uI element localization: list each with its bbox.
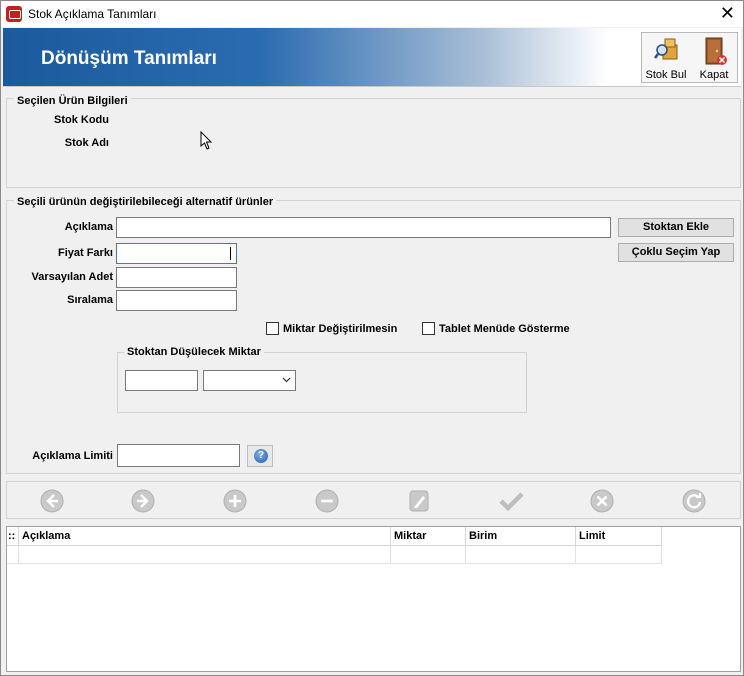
confirm-button[interactable] xyxy=(498,488,524,514)
price-diff-input[interactable] xyxy=(116,243,237,264)
cancel-x-icon xyxy=(590,489,614,513)
deduct-qty-input[interactable] xyxy=(125,370,198,391)
column-header-limit[interactable]: Limit xyxy=(576,527,662,546)
title-bar: Stok Açıklama Tanımları ✕ xyxy=(1,1,743,27)
qty-locked-checkbox[interactable] xyxy=(266,322,279,335)
add-button[interactable] xyxy=(222,488,248,514)
add-from-stock-button[interactable]: Stoktan Ekle xyxy=(618,218,734,237)
back-arrow-icon xyxy=(40,489,64,513)
column-header-miktar[interactable]: Miktar xyxy=(391,527,466,546)
edit-icon xyxy=(409,490,429,512)
add-icon xyxy=(223,489,247,513)
refresh-button[interactable] xyxy=(681,488,707,514)
remove-icon xyxy=(315,489,339,513)
help-button[interactable]: ? xyxy=(247,445,273,467)
alternatives-title: Seçili ürünün değiştirilebileceği altern… xyxy=(14,196,277,208)
forward-button[interactable] xyxy=(130,488,156,514)
exit-door-icon xyxy=(705,37,727,65)
description-input[interactable] xyxy=(116,217,611,238)
back-button[interactable] xyxy=(39,488,65,514)
order-label: Sıralama xyxy=(67,294,113,306)
price-diff-label: Fiyat Farkı xyxy=(57,247,113,259)
window-title: Stok Açıklama Tanımları xyxy=(28,7,157,21)
default-qty-input[interactable] xyxy=(116,267,237,288)
selected-product-title: Seçilen Ürün Bilgileri xyxy=(14,95,131,107)
table-cell[interactable] xyxy=(19,546,391,564)
qty-locked-label: Miktar Değiştirilmesin xyxy=(283,323,398,335)
selected-product-panel: Seçilen Ürün Bilgileri Stok Kodu Stok Ad… xyxy=(6,95,741,188)
deduct-quantity-title: Stoktan Düşülecek Miktar xyxy=(124,346,264,358)
confirm-check-icon xyxy=(499,492,524,512)
app-logo-icon xyxy=(6,6,22,22)
refresh-icon xyxy=(682,489,706,513)
desc-limit-input[interactable] xyxy=(117,444,240,467)
row-indicator-cell xyxy=(7,546,19,564)
page-title: Dönüşüm Tanımları xyxy=(41,48,217,69)
edit-button[interactable] xyxy=(406,488,432,514)
header-banner: Dönüşüm Tanımları Stok Bul Kapat xyxy=(3,28,741,87)
stock-code-label: Stok Kodu xyxy=(54,114,109,126)
row-indicator-header: :: xyxy=(7,527,19,546)
close-button[interactable]: Kapat xyxy=(690,33,738,83)
multi-select-button[interactable]: Çoklu Seçim Yap xyxy=(618,243,734,262)
stock-search-icon xyxy=(654,38,678,60)
navigation-bar xyxy=(6,481,741,519)
help-icon: ? xyxy=(254,449,268,463)
stock-search-label: Stok Bul xyxy=(645,69,687,81)
remove-button[interactable] xyxy=(314,488,340,514)
tablet-hide-label: Tablet Menüde Gösterme xyxy=(439,323,570,335)
cancel-button[interactable] xyxy=(589,488,615,514)
data-grid[interactable]: :: Açıklama Miktar Birim Limit xyxy=(6,526,741,672)
close-label: Kapat xyxy=(699,69,729,81)
app-window: Stok Açıklama Tanımları ✕ Dönüşüm Tanıml… xyxy=(0,0,744,676)
table-cell[interactable] xyxy=(466,546,576,564)
tablet-hide-checkbox[interactable] xyxy=(422,322,435,335)
toolbar: Stok Bul Kapat xyxy=(641,32,738,83)
description-label: Açıklama xyxy=(64,221,113,233)
order-input[interactable] xyxy=(116,290,237,311)
chevron-down-icon xyxy=(282,377,291,383)
close-icon[interactable]: ✕ xyxy=(720,4,735,22)
mouse-pointer-icon xyxy=(200,131,213,150)
deduct-quantity-group: Stoktan Düşülecek Miktar xyxy=(117,346,527,413)
deduct-unit-select[interactable] xyxy=(203,370,296,391)
table-cell[interactable] xyxy=(576,546,662,564)
alternatives-panel: Seçili ürünün değiştirilebileceği altern… xyxy=(6,196,741,474)
default-qty-label: Varsayılan Adet xyxy=(31,271,113,283)
stock-name-label: Stok Adı xyxy=(64,137,109,149)
desc-limit-label: Açıklama Limiti xyxy=(32,450,113,462)
column-header-aciklama[interactable]: Açıklama xyxy=(19,527,391,546)
stock-search-button[interactable]: Stok Bul xyxy=(642,33,690,83)
table-cell[interactable] xyxy=(391,546,466,564)
forward-arrow-icon xyxy=(131,489,155,513)
column-header-birim[interactable]: Birim xyxy=(466,527,576,546)
